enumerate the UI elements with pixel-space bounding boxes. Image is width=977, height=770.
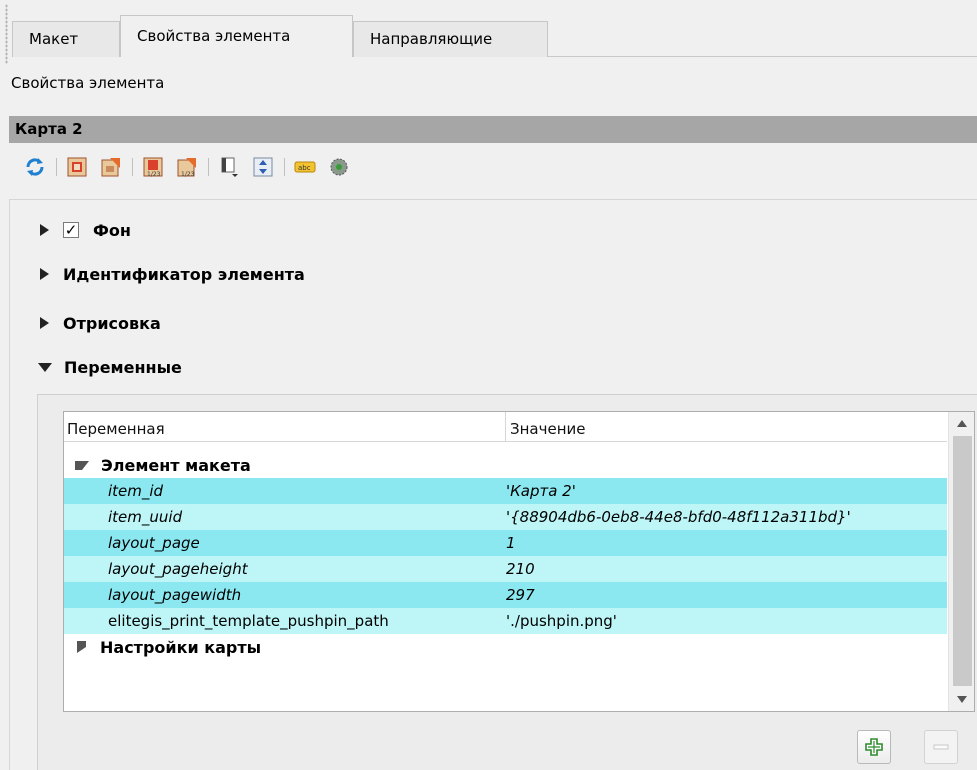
- variable-name: elitegis_print_template_pushpin_path: [108, 612, 389, 630]
- section-label: Свойства элемента: [11, 74, 165, 92]
- svg-text:1/23: 1/23: [147, 171, 161, 178]
- vertical-scrollbar[interactable]: [948, 412, 974, 711]
- toolbar-separator: [132, 158, 133, 176]
- panel-grip[interactable]: [5, 4, 8, 64]
- scroll-up-arrow-icon[interactable]: [957, 420, 967, 427]
- distribute-icon[interactable]: [252, 156, 274, 178]
- scroll-down-arrow-icon[interactable]: [957, 696, 967, 703]
- refresh-icon[interactable]: [24, 156, 46, 178]
- table-row[interactable]: elitegis_print_template_pushpin_path './…: [64, 608, 947, 634]
- toolbar-separator: [56, 158, 57, 176]
- expand-arrow-icon[interactable]: [40, 317, 49, 329]
- variable-name: layout_pagewidth: [108, 586, 242, 604]
- add-variable-button[interactable]: [857, 730, 891, 764]
- group-label: Отрисовка: [63, 313, 161, 333]
- expand-arrow-icon[interactable]: [40, 268, 49, 280]
- group-variables[interactable]: Переменные: [38, 354, 182, 380]
- svg-text:abc: abc: [298, 164, 311, 172]
- group-cell: Элемент макета: [75, 452, 251, 478]
- tree-group-label: Элемент макета: [101, 455, 251, 475]
- variable-name: layout_page: [108, 534, 200, 552]
- tree-group-map-settings[interactable]: Настройки карты: [64, 634, 947, 660]
- move-page-1-icon[interactable]: 1/23: [142, 156, 164, 178]
- label-abc-icon[interactable]: abc: [294, 156, 316, 178]
- minus-icon: [933, 744, 949, 750]
- plus-icon: [865, 738, 883, 756]
- group-background[interactable]: ✓ Фон: [40, 217, 131, 243]
- variable-value: 210: [506, 560, 535, 578]
- variable-value: './pushpin.png': [506, 612, 617, 630]
- column-header-variable[interactable]: Переменная: [64, 412, 506, 442]
- variable-value: '{88904db6-0eb8-44e8-bfd0-48f112a311bd}': [506, 508, 851, 526]
- group-rendering[interactable]: Отрисовка: [40, 310, 161, 336]
- remove-variable-button[interactable]: [924, 730, 958, 764]
- checkmark-icon: ✓: [64, 221, 78, 239]
- scrollbar-thumb[interactable]: [953, 436, 972, 686]
- lower-item-icon[interactable]: [100, 156, 122, 178]
- table-row[interactable]: layout_pagewidth 297: [64, 582, 947, 608]
- item-title-bar: Карта 2: [9, 116, 977, 143]
- table-row[interactable]: layout_page 1: [64, 530, 947, 556]
- group-item-id[interactable]: Идентификатор элемента: [40, 261, 305, 287]
- expand-arrow-icon[interactable]: [77, 641, 86, 653]
- variable-value: 'Карта 2': [506, 482, 576, 500]
- table-row[interactable]: item_id 'Карта 2': [64, 478, 947, 504]
- tree-group-layout-item[interactable]: Элемент макета: [64, 452, 947, 478]
- table-row[interactable]: item_uuid '{88904db6-0eb8-44e8-bfd0-48f1…: [64, 504, 947, 530]
- variable-value: 1: [506, 534, 516, 552]
- tab-bar: Макет Свойства элемента Направляющие: [12, 15, 977, 57]
- tab-label: Направляющие: [370, 30, 493, 48]
- tab-label: Свойства элемента: [137, 27, 291, 45]
- variable-name: layout_pageheight: [108, 560, 248, 578]
- raise-item-icon[interactable]: [66, 156, 88, 178]
- tab-item-properties[interactable]: Свойства элемента: [120, 15, 353, 57]
- svg-text:1/23: 1/23: [181, 171, 195, 178]
- align-icon[interactable]: [218, 156, 240, 178]
- tree-header: Переменная Значение: [64, 412, 947, 442]
- move-page-2-icon[interactable]: 1/23: [176, 156, 198, 178]
- expand-arrow-icon[interactable]: [40, 224, 49, 236]
- tab-layout[interactable]: Макет: [12, 21, 120, 57]
- group-cell: Настройки карты: [77, 634, 261, 660]
- table-row[interactable]: layout_pageheight 210: [64, 556, 947, 582]
- variables-tree[interactable]: Переменная Значение Элемент макета item_…: [63, 411, 975, 712]
- variable-value: 297: [506, 586, 535, 604]
- variable-name: item_id: [108, 482, 164, 500]
- column-header-value[interactable]: Значение: [507, 412, 947, 442]
- group-label: Переменные: [64, 357, 182, 377]
- item-toolbar: 1/23 1/23 abc: [14, 150, 974, 184]
- group-label: Фон: [93, 220, 131, 240]
- tree-group-label: Настройки карты: [100, 637, 262, 657]
- collapse-arrow-icon[interactable]: [75, 460, 89, 470]
- collapse-arrow-icon[interactable]: [38, 362, 52, 372]
- tab-guides[interactable]: Направляющие: [353, 21, 548, 57]
- group-label: Идентификатор элемента: [63, 264, 305, 284]
- settings-gear-icon[interactable]: [328, 156, 350, 178]
- background-checkbox[interactable]: ✓: [63, 222, 79, 238]
- tab-label: Макет: [29, 30, 79, 48]
- variable-name: item_uuid: [108, 508, 183, 526]
- toolbar-separator: [284, 158, 285, 176]
- toolbar-separator: [208, 158, 209, 176]
